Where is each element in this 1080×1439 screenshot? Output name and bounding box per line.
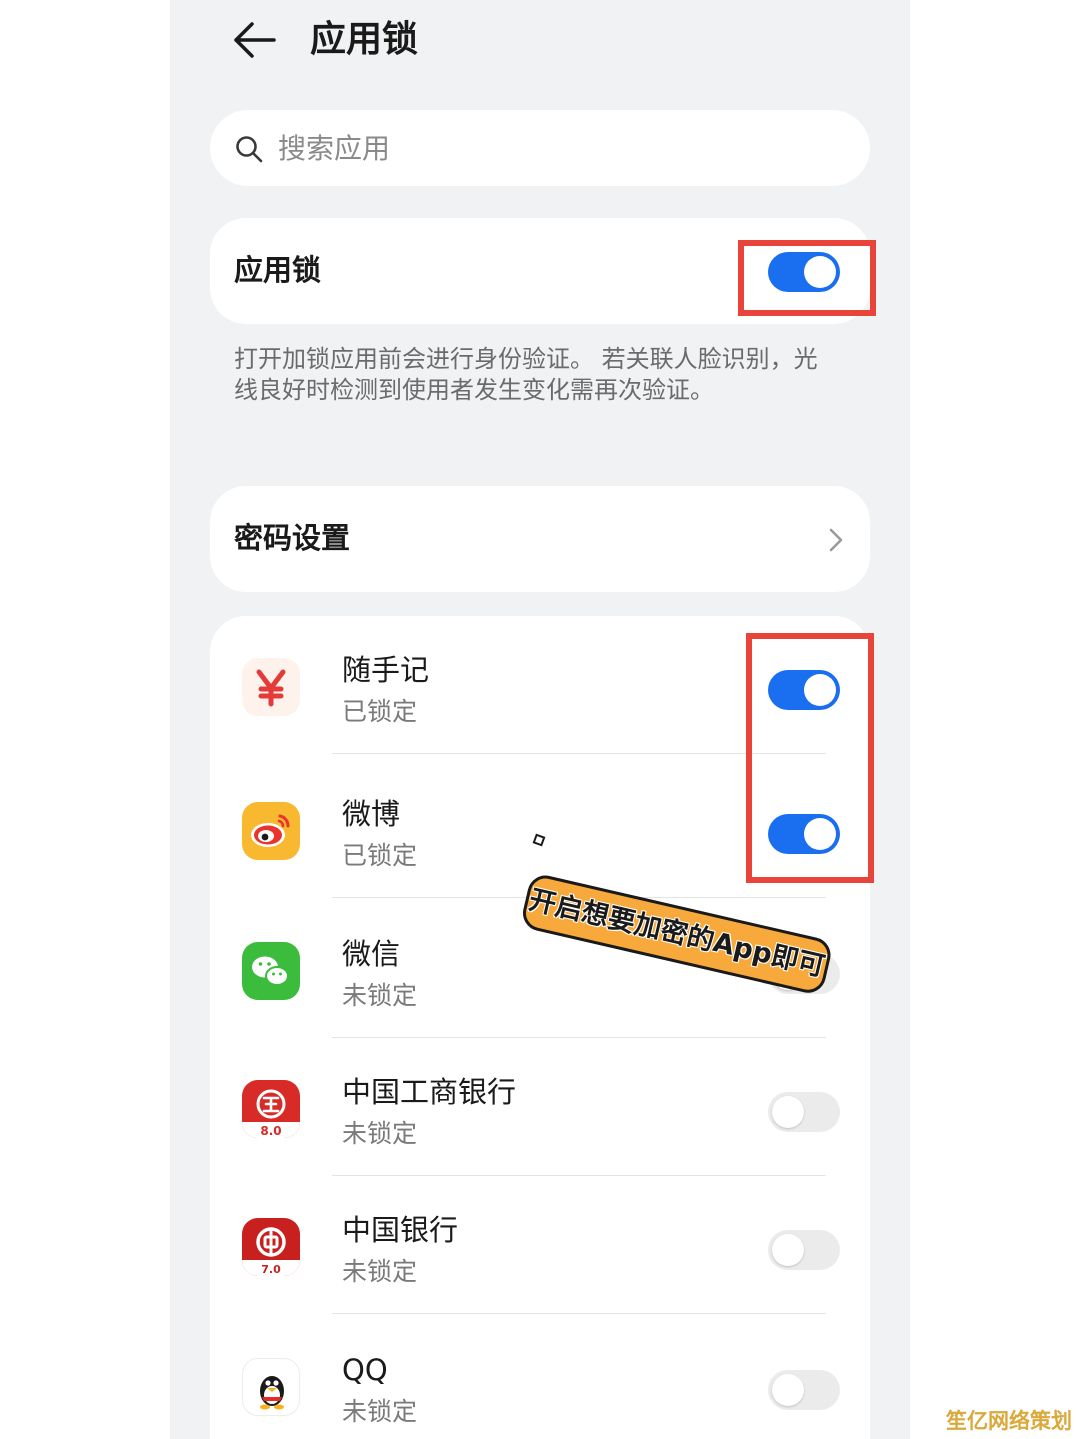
back-button[interactable] [230,18,280,62]
chevron-right-icon [829,528,843,552]
app-name: 中国银行 [342,1213,459,1247]
app-name: QQ [342,1353,388,1387]
yen-icon [242,658,300,716]
app-lock-status: 已锁定 [342,841,418,870]
boc-icon: 7.0 [242,1218,300,1276]
search-bar[interactable] [210,110,870,186]
app-lock-description: 打开加锁应用前会进行身份验证。 若关联人脸识别，光线良好时检测到使用者发生变化需… [234,345,818,404]
page-title: 应用锁 [310,19,419,60]
back-arrow-icon [234,22,276,58]
boc-version-label: 7.0 [261,1263,281,1276]
weibo-icon [242,802,300,860]
icbc-version-label: 8.0 [260,1124,281,1138]
list-item[interactable]: 7.0 中国银行 未锁定 [210,1176,870,1314]
password-settings-row[interactable]: 密码设置 [210,486,870,592]
qq-penguin-icon [242,1358,300,1416]
toggle-knob [772,1374,804,1406]
toggle-knob [772,1234,804,1266]
toggle-knob [772,1096,804,1128]
list-item[interactable]: 8.0 中国工商银行 未锁定 [210,1038,870,1176]
search-input[interactable] [278,122,838,174]
app-name: 中国工商银行 [342,1075,517,1109]
top-bar: 应用锁 [170,0,910,86]
app-lock-toggle[interactable] [768,1230,840,1270]
app-lock-status: 未锁定 [342,1257,418,1286]
app-lock-toggle[interactable] [768,1370,840,1410]
app-lock-status: 未锁定 [342,1397,418,1426]
icbc-icon: 8.0 [242,1080,300,1138]
wechat-icon [242,942,300,1000]
app-lock-label: 应用锁 [234,253,322,287]
app-lock-status: 已锁定 [342,697,418,726]
highlight-box-app-toggles [746,633,874,883]
password-settings-label: 密码设置 [234,521,351,555]
divider [332,1313,826,1314]
app-lock-toggle[interactable] [768,1092,840,1132]
list-item[interactable]: QQ 未锁定 [210,1316,870,1439]
app-lock-status: 未锁定 [342,981,418,1010]
app-lock-status: 未锁定 [342,1119,418,1148]
search-icon [236,136,263,163]
app-name: 微信 [342,937,401,971]
app-name: 随手记 [342,653,430,687]
highlight-box-master-toggle [738,240,876,316]
app-name: 微博 [342,797,401,831]
watermark: 笙亿网络策划 [946,1409,1072,1433]
